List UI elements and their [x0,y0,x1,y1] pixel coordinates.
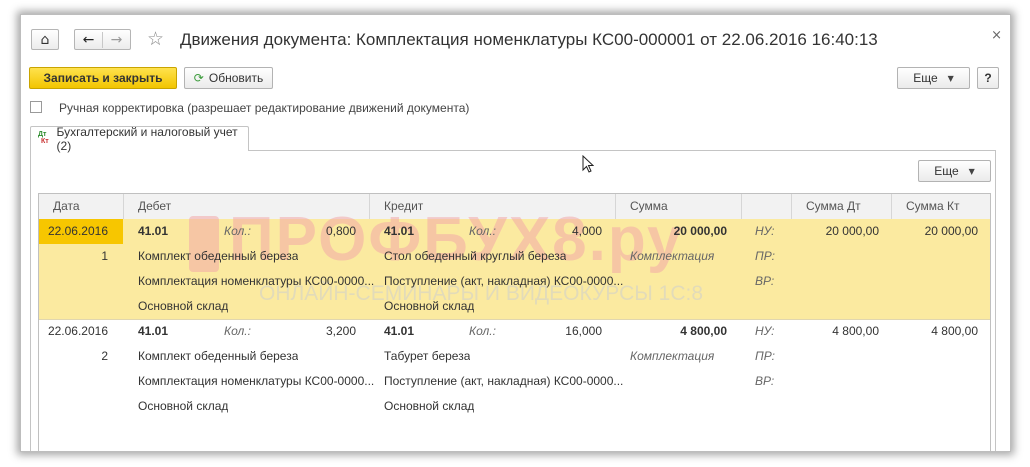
debit-subconto-2: Комплектация номенклатуры КС00-0000... [138,374,375,388]
manual-edit-checkbox[interactable] [30,101,42,113]
credit-qty: 4,000 [571,224,602,238]
forward-arrow-icon[interactable]: → [103,32,130,48]
window-title: Движения документа: Комплектация номенкл… [180,30,878,49]
sum-kt: 20 000,00 [924,224,978,238]
save-and-close-button[interactable]: Записать и закрыть [29,67,177,89]
credit-subconto-3: Основной склад [384,399,475,413]
table-more-label: Еще [934,164,959,178]
sum-dt: 4 800,00 [832,324,879,338]
movements-table[interactable]: Дата Дебет Кредит Сумма Сумма Дт Сумма К… [38,193,991,451]
refresh-label: Обновить [208,71,264,85]
row-number: 2 [101,349,108,363]
credit-qty-label: Кол.: [469,224,496,238]
dropdown-caret-icon: ▼ [947,73,954,83]
document-movements-window: ⌂ ← → ☆ Движения документа: Комплектация… [20,14,1011,452]
pr-label: ПР: [755,249,775,263]
debit-subconto-2: Комплектация номенклатуры КС00-0000... [138,274,375,288]
credit-qty: 16,000 [565,324,602,338]
credit-subconto-1: Стол обеденный круглый береза [384,249,567,263]
col-header-debit[interactable]: Дебет [138,194,171,219]
sum-kt: 4 800,00 [931,324,978,338]
credit-qty-label: Кол.: [469,324,496,338]
back-arrow-icon[interactable]: ← [75,31,103,48]
credit-account: 41.01 [384,224,415,238]
more-menu-button[interactable]: Еще ▼ [897,67,970,89]
refresh-button[interactable]: ⟳ Обновить [184,67,273,89]
credit-subconto-3: Основной склад [384,299,475,313]
pr-label: ПР: [755,349,775,363]
sum: 4 800,00 [680,324,727,338]
home-icon: ⌂ [40,31,50,48]
credit-subconto-2: Поступление (акт, накладная) КС00-0000..… [384,274,624,288]
help-button[interactable]: ? [977,67,999,89]
content: Комплектация [630,249,715,263]
mouse-cursor-icon [582,155,594,173]
accounting-dt-kt-icon: Дт Кт [38,131,49,145]
row-date: 22.06.2016 [47,224,108,238]
title-bar: ⌂ ← → ☆ Движения документа: Комплектация… [21,15,1010,61]
col-header-sum-dt[interactable]: Сумма Дт [806,194,861,219]
debit-subconto-1: Комплект обеденный береза [138,249,299,263]
tab-accounting-tax[interactable]: Дт Кт Бухгалтерский и налоговый учет (2) [30,125,249,153]
sum-dt: 20 000,00 [825,224,879,238]
row-date: 22.06.2016 [47,324,108,338]
home-button[interactable]: ⌂ [31,29,59,50]
debit-account: 41.01 [138,324,169,338]
tab-label: Бухгалтерский и налоговый учет (2) [56,125,238,153]
nu-label: НУ: [755,324,775,338]
debit-subconto-1: Комплект обеденный береза [138,349,299,363]
refresh-icon: ⟳ [193,71,204,85]
col-header-sum[interactable]: Сумма [630,194,668,219]
row-number: 1 [101,249,108,263]
debit-subconto-3: Основной склад [138,299,229,313]
vr-label: ВР: [755,274,775,288]
more-label: Еще [913,71,938,85]
table-header: Дата Дебет Кредит Сумма Сумма Дт Сумма К… [39,194,990,220]
debit-qty: 3,200 [325,324,356,338]
vr-label: ВР: [755,374,775,388]
credit-subconto-2: Поступление (акт, накладная) КС00-0000..… [384,374,624,388]
debit-subconto-3: Основной склад [138,399,229,413]
content: Комплектация [630,349,715,363]
credit-account: 41.01 [384,324,415,338]
debit-qty: 0,800 [325,224,356,238]
debit-qty-label: Кол.: [224,224,251,238]
col-header-date[interactable]: Дата [53,194,80,219]
favorite-star-icon[interactable]: ☆ [147,28,164,50]
close-icon[interactable]: × [991,28,1002,43]
sum: 20 000,00 [673,224,727,238]
credit-subconto-1: Табурет береза [384,349,471,363]
history-nav: ← → [74,29,131,50]
debit-qty-label: Кол.: [224,324,251,338]
table-more-menu-button[interactable]: Еще ▼ [918,160,991,182]
debit-account: 41.01 [138,224,169,238]
dropdown-caret-icon: ▼ [968,166,975,176]
col-header-sum-kt[interactable]: Сумма Кт [906,194,960,219]
col-header-credit[interactable]: Кредит [384,194,423,219]
nu-label: НУ: [755,224,775,238]
manual-edit-label: Ручная корректировка (разрешает редактир… [59,101,470,115]
